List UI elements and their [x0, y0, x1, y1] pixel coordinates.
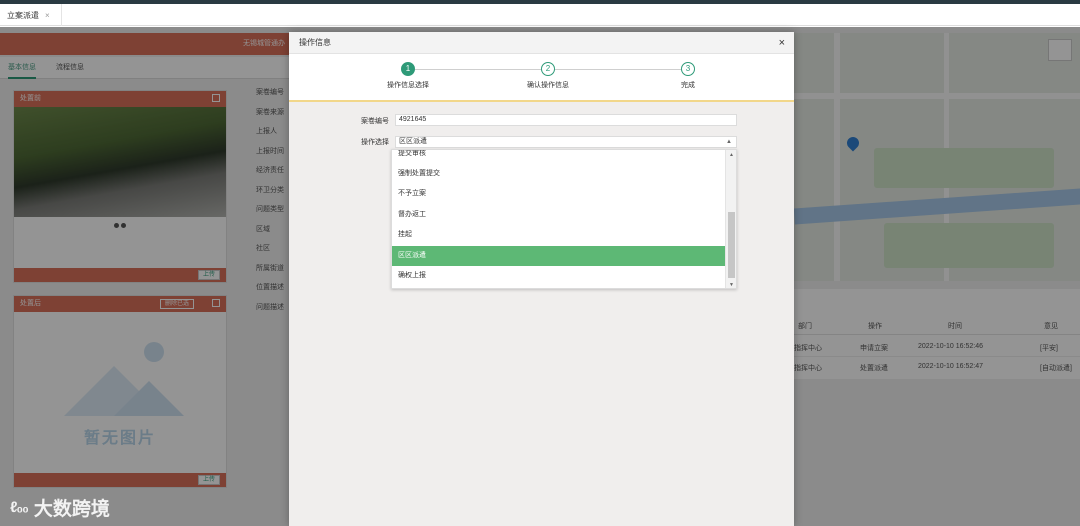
option-submit-review[interactable]: 提交审核	[392, 150, 727, 164]
tab-close-icon[interactable]: ×	[45, 11, 50, 20]
watermark-logo: ℓ₀₀	[10, 499, 29, 516]
option-force-submit[interactable]: 强制处置提交	[392, 164, 727, 184]
step-1: 1 操作信息选择	[368, 62, 448, 90]
scroll-down-icon[interactable]: ▼	[726, 282, 736, 288]
scroll-up-icon[interactable]: ▲	[726, 152, 736, 158]
watermark-text: 大数跨境	[33, 499, 110, 520]
option-reject-case[interactable]: 不予立案	[392, 184, 727, 204]
dialog-title: 操作信息	[299, 38, 331, 47]
operation-dropdown[interactable]: 提交审核 强制处置提交 不予立案 督办返工 挂起 区区派遣 确权上报 ▲ ▼	[391, 149, 737, 289]
step-2: 2 确认操作信息	[508, 62, 588, 90]
tab-label: 立案派遣	[7, 10, 39, 20]
step-label: 确认操作信息	[527, 82, 569, 89]
step-number: 1	[401, 62, 415, 76]
step-3: 3 完成	[648, 62, 728, 90]
step-progress: 1 操作信息选择 2 确认操作信息 3 完成	[289, 54, 794, 102]
step-number: 2	[541, 62, 555, 76]
operation-label: 操作选择	[361, 139, 389, 146]
case-number-label: 案卷编号	[361, 118, 389, 125]
case-number-field[interactable]: 4921645	[395, 114, 737, 126]
tab-strip: 立案派遣 ×	[0, 4, 1080, 26]
chevron-up-icon[interactable]: ▲	[726, 137, 732, 147]
tab-case-dispatch[interactable]: 立案派遣 ×	[0, 4, 62, 26]
dropdown-scrollbar[interactable]: ▲ ▼	[725, 150, 736, 288]
operation-dialog: 操作信息 × 1 操作信息选择 2 确认操作信息 3 完成 案卷编号 49216…	[289, 32, 794, 526]
step-label: 操作信息选择	[387, 82, 429, 89]
scroll-thumb[interactable]	[728, 212, 735, 278]
close-icon[interactable]: ×	[779, 32, 785, 54]
step-label: 完成	[681, 82, 695, 89]
option-supervise-rework[interactable]: 督办返工	[392, 205, 727, 225]
operation-select-value: 区区派遣	[399, 138, 427, 145]
option-confirm-report[interactable]: 确权上报	[392, 266, 727, 286]
option-district-dispatch[interactable]: 区区派遣	[392, 246, 727, 266]
operation-select[interactable]: 区区派遣 ▲	[395, 136, 737, 148]
option-suspend[interactable]: 挂起	[392, 225, 727, 245]
watermark: ℓ₀₀ 大数跨境	[10, 494, 110, 521]
step-number: 3	[681, 62, 695, 76]
dialog-header: 操作信息 ×	[289, 32, 794, 54]
